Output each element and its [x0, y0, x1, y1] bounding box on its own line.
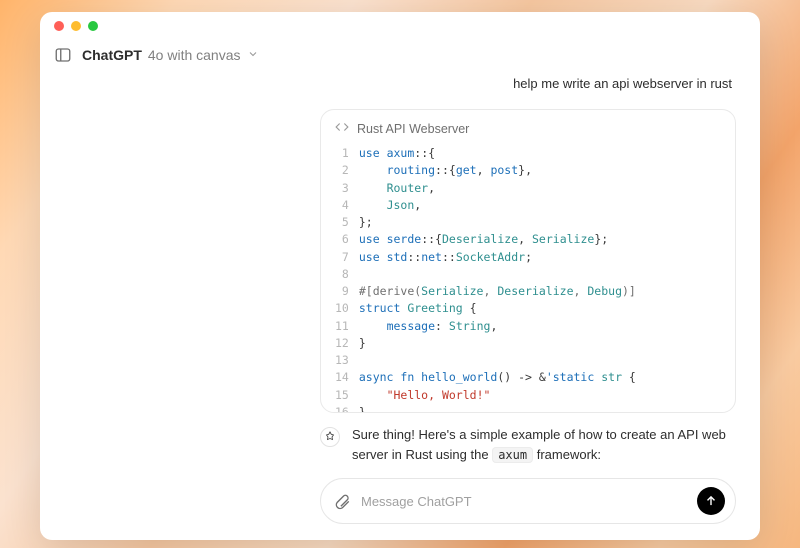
user-message: help me write an api webserver in rust	[509, 72, 736, 97]
model-name: ChatGPT	[82, 47, 142, 63]
code-lines: use axum::{ routing::{get, post}, Router…	[359, 145, 650, 413]
assistant-message-row: Sure thing! Here's a simple example of h…	[320, 425, 736, 464]
code-canvas-title: Rust API Webserver	[357, 122, 469, 136]
code-canvas[interactable]: Rust API Webserver 1 2 3 4 5 6 7 8 9 10 …	[320, 109, 736, 413]
conversation-area: help me write an api webserver in rust R…	[40, 72, 760, 472]
attach-icon[interactable]	[333, 492, 351, 510]
composer-row	[40, 472, 760, 540]
app-window: ChatGPT 4o with canvas help me write an …	[40, 12, 760, 540]
window-close-button[interactable]	[54, 21, 64, 31]
code-canvas-header: Rust API Webserver	[321, 110, 735, 145]
model-selector[interactable]: ChatGPT 4o with canvas	[82, 47, 259, 63]
code-body: 1 2 3 4 5 6 7 8 9 10 11 12 13 14 15 16 u…	[321, 145, 735, 413]
code-icon	[335, 120, 349, 137]
model-variant: 4o with canvas	[148, 47, 241, 63]
assistant-text-post: framework:	[537, 447, 601, 462]
assistant-avatar-icon	[320, 427, 340, 447]
message-input[interactable]	[361, 494, 687, 509]
chevron-down-icon	[247, 47, 259, 63]
composer[interactable]	[320, 478, 736, 524]
assistant-message: Sure thing! Here's a simple example of h…	[352, 425, 736, 464]
send-button[interactable]	[697, 487, 725, 515]
window-zoom-button[interactable]	[88, 21, 98, 31]
window-minimize-button[interactable]	[71, 21, 81, 31]
header-row: ChatGPT 4o with canvas	[40, 40, 760, 72]
sidebar-toggle-icon[interactable]	[54, 46, 72, 64]
window-titlebar	[40, 12, 760, 40]
assistant-inline-code: axum	[492, 447, 533, 463]
code-gutter: 1 2 3 4 5 6 7 8 9 10 11 12 13 14 15 16	[321, 145, 359, 413]
